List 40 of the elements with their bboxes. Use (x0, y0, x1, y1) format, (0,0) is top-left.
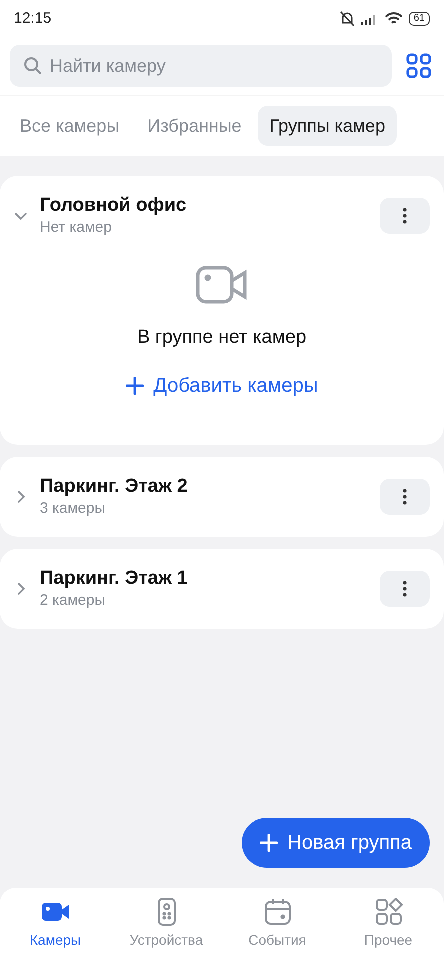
group-card[interactable]: Паркинг. Этаж 1 2 камеры (0, 548, 444, 628)
nav-item[interactable]: События (222, 898, 333, 955)
group-name: Паркинг. Этаж 1 (40, 566, 189, 590)
more-vertical-icon (403, 208, 407, 224)
remote-icon (156, 898, 176, 926)
nav-item[interactable]: Камеры (0, 898, 111, 955)
tab[interactable]: Все камеры (8, 106, 132, 146)
more-button[interactable] (380, 570, 430, 606)
group-name: Головной офис (40, 194, 188, 218)
grid-icon (406, 53, 432, 79)
bell-muted-icon (340, 11, 355, 27)
nav-item[interactable]: Устройства (111, 898, 222, 955)
plus-icon (126, 376, 144, 394)
search-icon (24, 57, 42, 75)
more-button[interactable] (380, 478, 430, 514)
grid-view-button[interactable] (404, 51, 434, 81)
video-camera-icon (40, 901, 70, 923)
search-field[interactable]: Найти камеру (10, 45, 392, 87)
group-card[interactable]: Паркинг. Этаж 2 3 камеры (0, 456, 444, 536)
more-button[interactable] (380, 198, 430, 234)
video-camera-outline-icon (196, 266, 248, 304)
tab[interactable]: Группы камер (258, 106, 398, 146)
tab[interactable]: Избранные (136, 106, 254, 146)
group-card[interactable]: Головной офис Нет камер В группе нет камер Добавить камеры (0, 176, 444, 444)
group-name: Паркинг. Этаж 2 (40, 474, 189, 498)
camera-count: Нет камер (40, 218, 113, 238)
add-cameras-link[interactable]: Добавить камеры (126, 370, 318, 400)
shapes-grid-icon (374, 898, 402, 926)
empty-message: В группе нет камер (137, 326, 307, 350)
new-group-button[interactable]: Новая группа (242, 818, 430, 868)
more-vertical-icon (403, 488, 407, 504)
nav-item[interactable]: Прочее (333, 898, 444, 955)
status-time: 12:15 (14, 8, 52, 29)
battery-indicator: 61 (408, 12, 430, 26)
plus-icon (260, 834, 278, 852)
camera-count: 3 камеры (40, 498, 107, 518)
more-vertical-icon (403, 580, 407, 596)
camera-count: 2 камеры (40, 590, 107, 610)
wifi-icon (384, 12, 403, 26)
calendar-icon (264, 898, 292, 926)
